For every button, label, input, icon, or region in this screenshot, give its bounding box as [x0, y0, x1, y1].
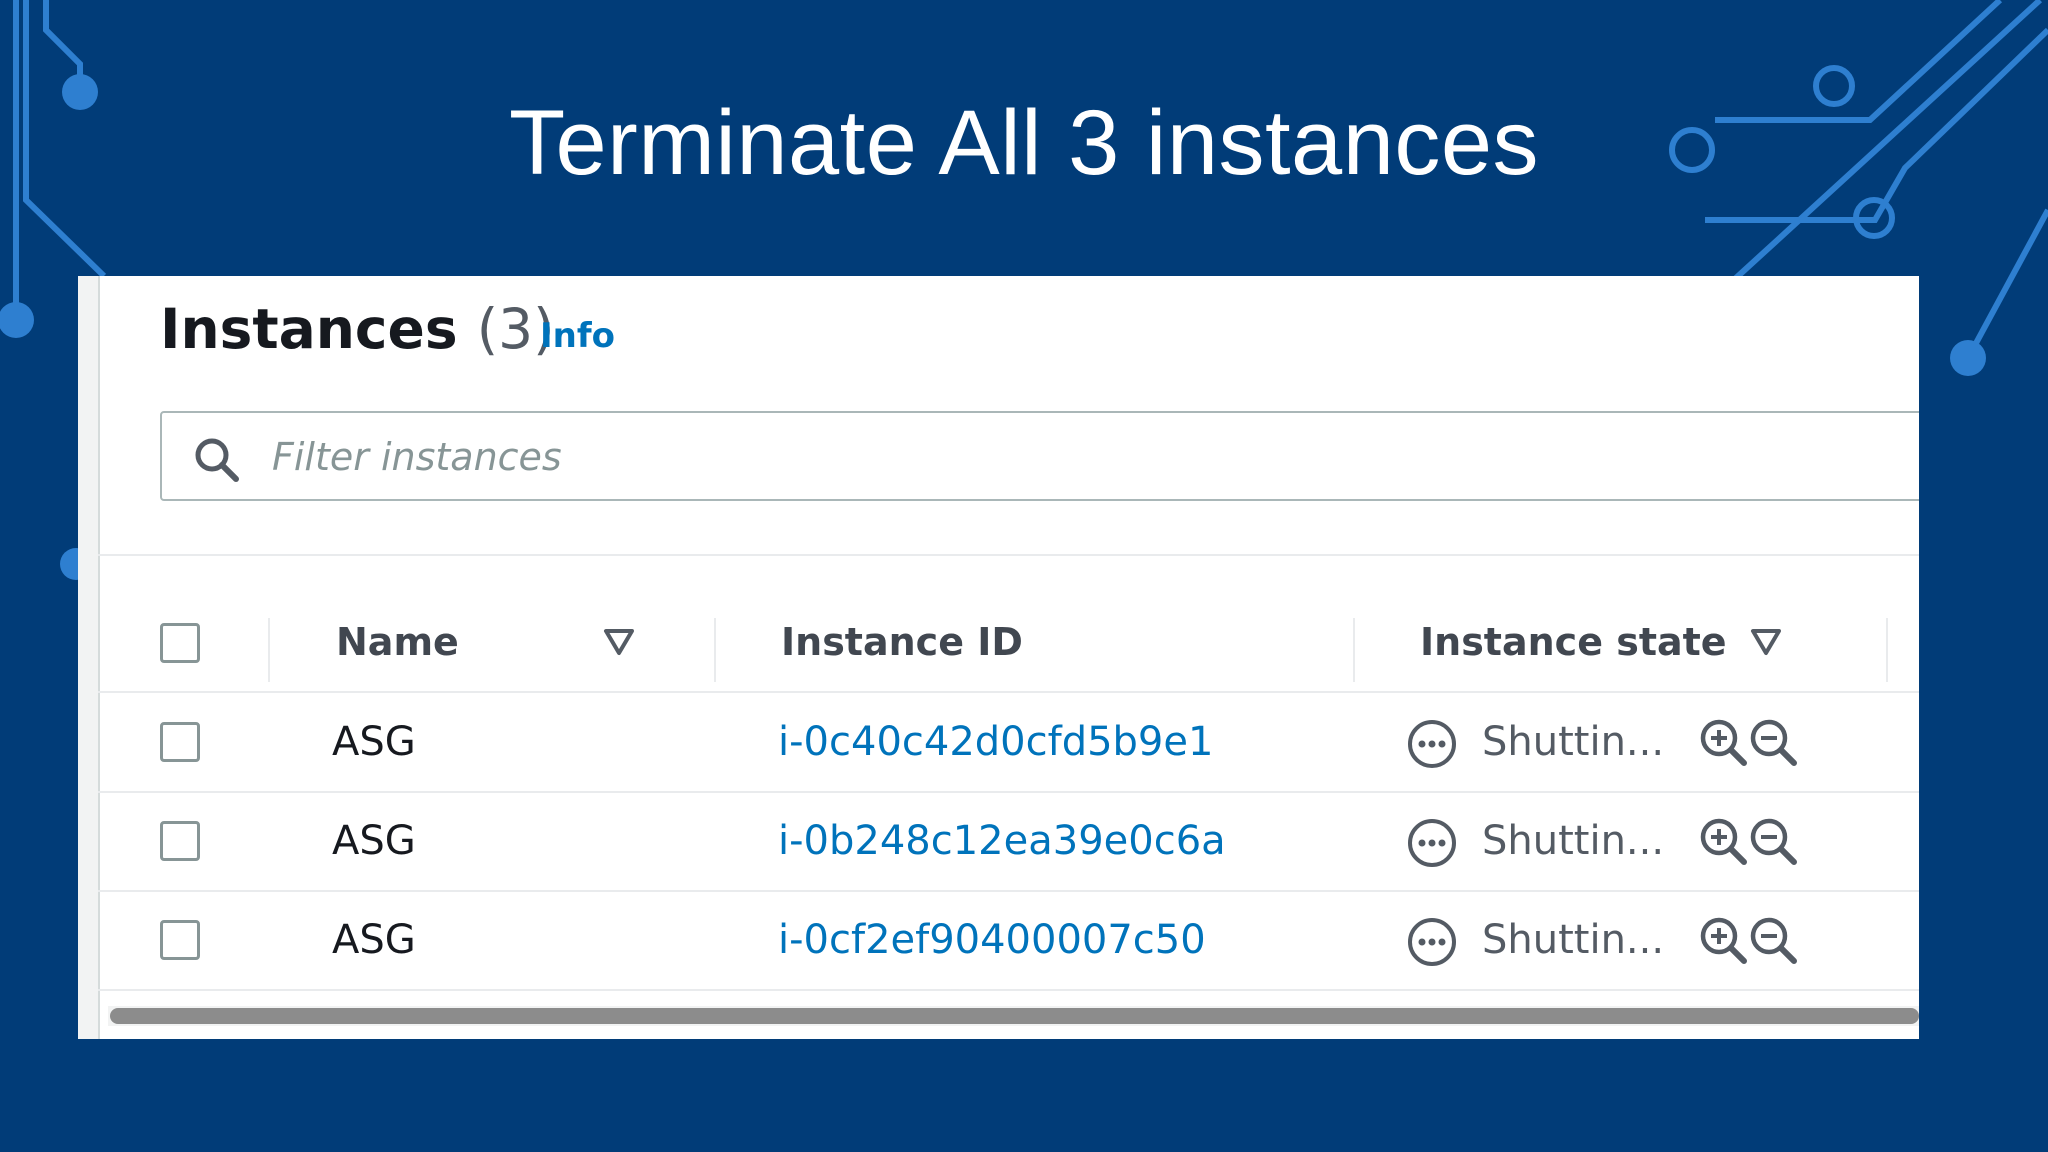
- zoom-in-icon[interactable]: [1698, 717, 1748, 767]
- instance-state: Shuttin...: [1482, 719, 1665, 765]
- toolbar-divider: [98, 554, 1919, 556]
- column-separator: [1353, 618, 1355, 682]
- column-separator: [268, 618, 270, 682]
- panel-heading: Instances (3): [160, 294, 555, 364]
- zoom-out-icon[interactable]: [1748, 717, 1798, 767]
- row-checkbox[interactable]: [160, 722, 200, 762]
- row-checkbox[interactable]: [160, 821, 200, 861]
- zoom-in-icon[interactable]: [1698, 816, 1748, 866]
- column-header-instance-state[interactable]: Instance state: [1420, 588, 1727, 696]
- slide-title: Terminate All 3 instances: [508, 92, 1540, 194]
- sort-caret-down-icon[interactable]: [1749, 627, 1783, 657]
- select-all-checkbox[interactable]: [160, 623, 200, 663]
- pending-ellipsis-icon: [1408, 918, 1456, 966]
- table-row[interactable]: ASG i-0b248c12ea39e0c6a Shuttin...: [98, 792, 1919, 892]
- pending-ellipsis-icon: [1408, 720, 1456, 768]
- instances-panel-screenshot: Instances (3) Info Name Instance ID Inst…: [78, 276, 1919, 1039]
- zoom-out-icon[interactable]: [1748, 915, 1798, 965]
- filter-instances-search[interactable]: [160, 411, 1919, 501]
- zoom-in-icon[interactable]: [1698, 915, 1748, 965]
- table-row[interactable]: ASG i-0c40c42d0cfd5b9e1 Shuttin...: [98, 693, 1919, 793]
- instance-id-link[interactable]: i-0cf2ef90400007c50: [778, 891, 1206, 989]
- table-header: Name Instance ID Instance state: [98, 588, 1919, 696]
- panel-heading-title: Instances: [160, 297, 458, 361]
- filter-instances-input[interactable]: [270, 423, 1874, 491]
- instance-name: ASG: [332, 719, 416, 765]
- horizontal-scrollbar[interactable]: [108, 1006, 1919, 1026]
- scrollbar-thumb[interactable]: [110, 1008, 1919, 1024]
- column-header-name[interactable]: Name: [336, 588, 459, 696]
- pending-ellipsis-icon: [1408, 819, 1456, 867]
- row-checkbox[interactable]: [160, 920, 200, 960]
- instance-name: ASG: [332, 917, 416, 963]
- panel-left-edge: [78, 276, 100, 1039]
- zoom-out-icon[interactable]: [1748, 816, 1798, 866]
- column-separator: [714, 618, 716, 682]
- instance-name: ASG: [332, 818, 416, 864]
- instance-id-link[interactable]: i-0c40c42d0cfd5b9e1: [778, 693, 1213, 791]
- instance-id-link[interactable]: i-0b248c12ea39e0c6a: [778, 792, 1226, 890]
- sort-caret-down-icon[interactable]: [602, 627, 636, 657]
- search-icon: [195, 438, 239, 482]
- table-row[interactable]: ASG i-0cf2ef90400007c50 Shuttin...: [98, 891, 1919, 991]
- info-link[interactable]: Info: [540, 314, 615, 358]
- column-header-instance-id[interactable]: Instance ID: [781, 588, 1023, 696]
- column-separator: [1886, 618, 1888, 682]
- instance-state: Shuttin...: [1482, 917, 1665, 963]
- instance-state: Shuttin...: [1482, 818, 1665, 864]
